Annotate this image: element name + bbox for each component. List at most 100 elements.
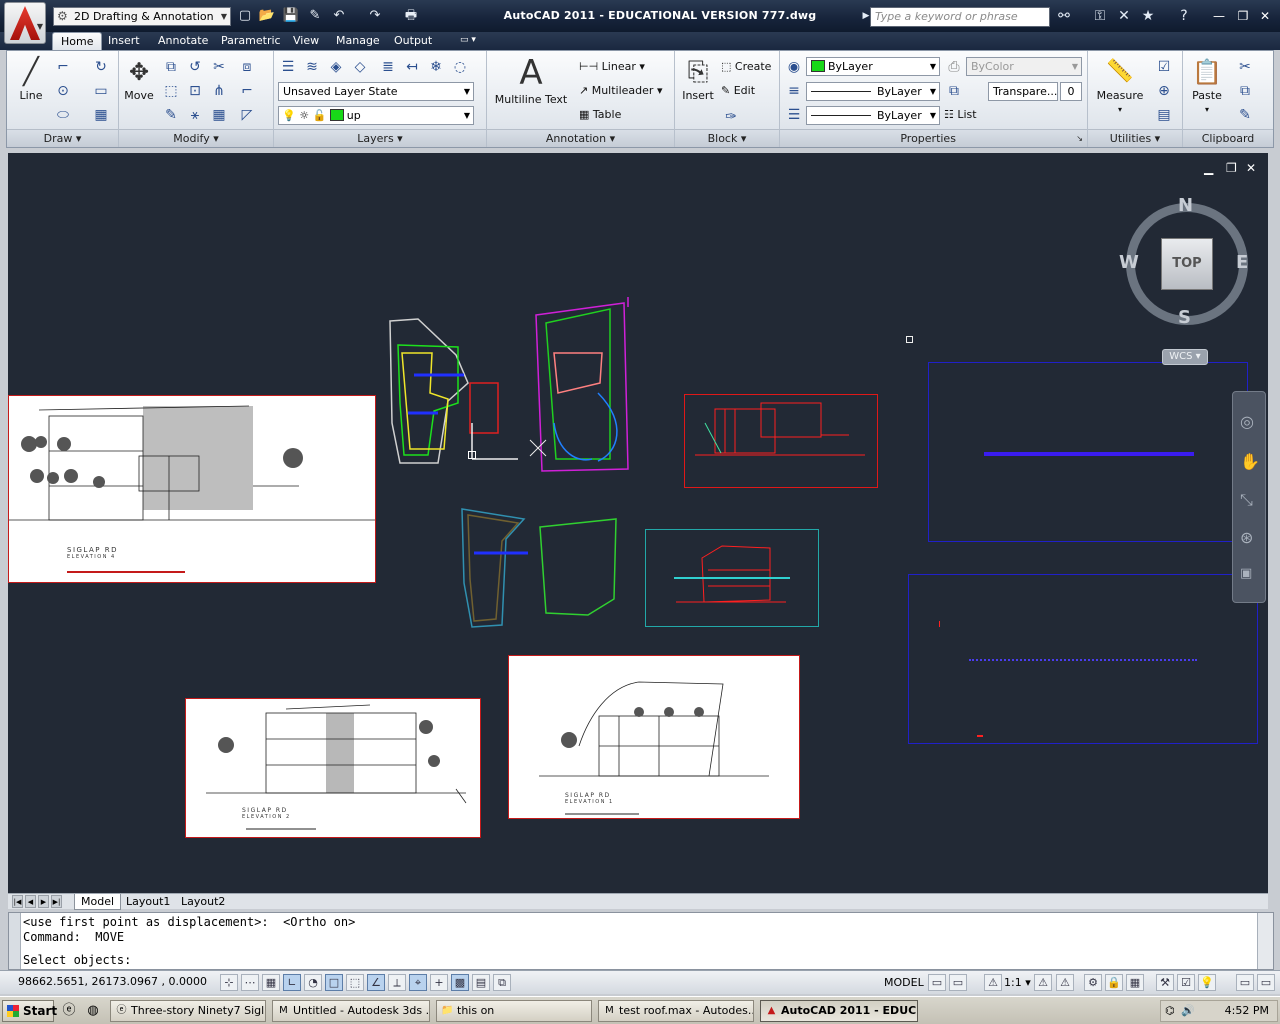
lock-ui-icon[interactable]: 🔒 (1105, 974, 1123, 991)
undo-icon[interactable]: ↶ (330, 8, 348, 24)
tab-home[interactable]: Home (52, 32, 103, 50)
tab-output[interactable]: Output (386, 32, 440, 50)
transparency-toggle-icon[interactable]: ▩ (451, 974, 469, 991)
favorites-star-icon[interactable]: ★ (1138, 7, 1158, 25)
model-space-toggle[interactable]: MODEL (884, 976, 924, 989)
viewport-minimize-icon[interactable]: ▁ (1204, 161, 1213, 175)
linetype-dropdown[interactable]: ByLayer ▼ (806, 82, 940, 101)
panel-title-modify[interactable]: Modify ▾ (119, 129, 273, 147)
array-icon[interactable]: ▦ (209, 105, 229, 125)
lineweight-icon[interactable]: ≡ (784, 81, 804, 101)
dialog-launcher-icon[interactable]: ↘ (1076, 130, 1083, 148)
ellipse-icon[interactable]: ⬭ (53, 105, 73, 125)
clean-screen-icon[interactable]: ☑ (1177, 974, 1195, 991)
layer-isolate-icon[interactable]: ◈ (326, 57, 346, 77)
section-frame-red[interactable] (684, 394, 878, 488)
infer-constraints-icon[interactable]: ⊹ (220, 974, 238, 991)
search-input[interactable]: Type a keyword or phrase (870, 7, 1050, 27)
mirror-icon[interactable]: ⋔ (209, 81, 229, 101)
plot-style-dropdown[interactable]: ByColor ▼ (966, 57, 1082, 76)
layer-match-icon[interactable]: ≣ (378, 57, 398, 77)
object-snap-icon[interactable]: □ (325, 974, 343, 991)
list-button[interactable]: ☷ List (944, 107, 977, 123)
rotate-icon[interactable]: ↺ (185, 57, 205, 77)
orbit-icon[interactable]: ⊛ (1240, 528, 1253, 547)
save-icon[interactable]: 💾 (282, 8, 300, 24)
command-line-grip[interactable] (9, 913, 21, 969)
panel-title-block[interactable]: Block ▾ (675, 129, 779, 147)
ortho-mode-icon[interactable]: ∟ (283, 974, 301, 991)
clock[interactable]: 4:52 PM (1225, 1004, 1269, 1017)
new-file-icon[interactable]: ▢ (236, 8, 254, 24)
status-bar-menu-icon[interactable]: ▭ (1236, 974, 1254, 991)
workspace-dropdown[interactable]: ⚙ 2D Drafting & Annotation ▼ (53, 7, 231, 26)
fillet-icon[interactable]: ⌐ (237, 81, 257, 101)
dynamic-ucs-icon[interactable]: ⟂ (388, 974, 406, 991)
open-folder-icon[interactable]: 📂 (258, 8, 276, 24)
linear-dimension-button[interactable]: ⊢⊣ Linear ▾ (579, 59, 645, 75)
create-block-button[interactable]: ⬚ Create (721, 59, 771, 75)
erase-icon[interactable]: ✎ (161, 105, 181, 125)
viewcube-top-face[interactable]: TOP (1161, 238, 1213, 290)
tab-manage[interactable]: Manage (328, 32, 388, 50)
wcs-menu[interactable]: WCS ▾ (1162, 349, 1208, 365)
layer-states-icon[interactable]: ≋ (302, 57, 322, 77)
viewport-restore-icon[interactable]: ❐ (1226, 161, 1237, 175)
viewport-frame-blue-2[interactable] (908, 574, 1258, 744)
start-button[interactable]: Start (2, 1000, 57, 1022)
layer-off-icon[interactable]: ◌ (450, 57, 470, 77)
panel-title-layers[interactable]: Layers ▾ (274, 129, 486, 147)
rectangle-icon[interactable]: ▭ (91, 81, 111, 101)
quick-view-drawings-icon[interactable]: ▭ (949, 974, 967, 991)
pan-hand-icon[interactable]: ✋ (1240, 452, 1260, 471)
steering-wheel-icon[interactable]: ◎ (1240, 412, 1254, 431)
taskbar-item-3dsmax[interactable]: M Untitled - Autodesk 3ds ... (272, 1000, 430, 1022)
application-menu-button[interactable]: ▼ (4, 2, 46, 44)
print-icon[interactable]: 🖶 (402, 8, 420, 24)
drawing-canvas[interactable]: ▁ ❐ ✕ SIGLAP RD ELEVATION 4 SIGLAP RD EL… (8, 153, 1268, 893)
taskbar-item-autocad[interactable]: ▲ AutoCAD 2011 - EDUC... (760, 1000, 918, 1022)
communication-icon[interactable]: ✕ (1114, 7, 1134, 25)
id-point-icon[interactable]: ⊕ (1154, 81, 1174, 101)
move-button[interactable]: ✥ Move (121, 55, 157, 102)
linetype-icon[interactable]: ☰ (784, 105, 804, 125)
layer-state-dropdown[interactable]: Unsaved Layer State ▼ (278, 82, 474, 101)
layer-unisolate-icon[interactable]: ◇ (350, 57, 370, 77)
showmotion-icon[interactable]: ▣ (1240, 566, 1252, 581)
polyline-icon[interactable]: ⌐ (53, 57, 73, 77)
ribbon-minimize-icon[interactable]: ▭ ▾ (452, 32, 484, 50)
quick-properties-icon[interactable]: ▤ (472, 974, 490, 991)
key-icon[interactable]: ⚿ (1090, 7, 1110, 25)
calculator-icon[interactable]: ▤ (1154, 105, 1174, 125)
next-tab-icon[interactable]: ▶ (38, 895, 49, 908)
explode-icon[interactable]: ⚹ (185, 105, 205, 125)
dynamic-input-icon[interactable]: ⌖ (409, 974, 427, 991)
match-icon[interactable]: ✎ (1235, 105, 1255, 125)
quick-view-layouts-icon[interactable]: ▭ (928, 974, 946, 991)
command-scrollbar[interactable] (1257, 913, 1273, 969)
save-as-icon[interactable]: ✎ (306, 8, 324, 24)
scale-icon[interactable]: ⊡ (185, 81, 205, 101)
offset-icon[interactable]: ⧈ (237, 57, 257, 77)
arc-icon[interactable]: ↻ (91, 57, 111, 77)
quick-select-icon[interactable]: ☑ (1154, 57, 1174, 77)
section-frame-cyan[interactable] (645, 529, 819, 627)
fullscreen-icon[interactable]: ▭ (1257, 974, 1275, 991)
first-tab-icon[interactable]: |◀ (12, 895, 23, 908)
transparency-value[interactable]: 0 (1060, 82, 1082, 101)
coordinates-readout[interactable]: 98662.5651, 26173.0967 , 0.0000 (18, 975, 207, 988)
ie-quicklaunch-icon[interactable]: ⓔ (60, 1002, 78, 1020)
prev-tab-icon[interactable]: ◀ (25, 895, 36, 908)
compass-west[interactable]: W (1119, 252, 1139, 273)
insert-block-button[interactable]: ⎘ Insert (679, 55, 717, 102)
panel-title-draw[interactable]: Draw ▾ (7, 129, 118, 147)
minimize-button[interactable]: — (1210, 7, 1228, 25)
copy-icon[interactable]: ⧉ (161, 57, 181, 77)
tab-layout2[interactable]: Layout2 (175, 894, 231, 910)
taskbar-item-folder[interactable]: 📁 this on (436, 1000, 592, 1022)
floor-plans[interactable] (378, 283, 648, 633)
tab-view[interactable]: View (285, 32, 327, 50)
transparency-icon[interactable]: ⧉ (944, 81, 964, 101)
table-button[interactable]: ▦ Table (579, 107, 621, 123)
annotation-visibility-icon[interactable]: ⚠ (1034, 974, 1052, 991)
